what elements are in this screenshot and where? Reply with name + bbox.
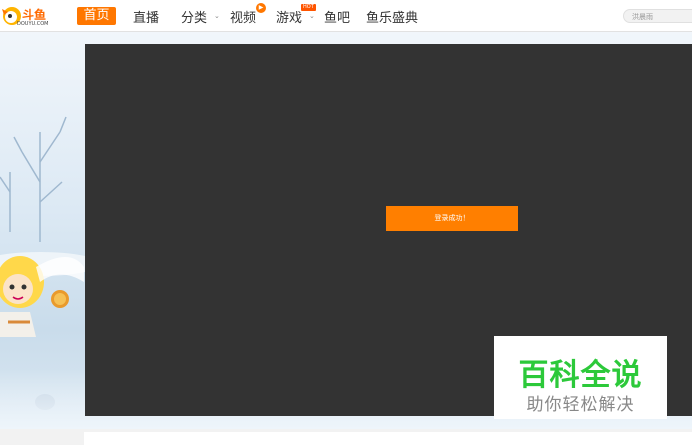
douyu-logo[interactable]: 斗鱼 DOUYU.COM <box>0 3 52 29</box>
footer-inner <box>84 432 692 445</box>
watermark-title: 百科全说 <box>518 358 643 393</box>
nav-category[interactable]: 分类 <box>181 7 207 26</box>
nav-game[interactable]: 游戏 <box>276 7 302 26</box>
chevron-down-icon: ⌄ <box>309 12 315 20</box>
nav-video[interactable]: 视频 <box>230 7 256 26</box>
nav-festival[interactable]: 鱼乐盛典 <box>366 7 418 26</box>
nav-home[interactable]: 首页 <box>77 7 116 25</box>
watermark-subtitle: 助你轻松解决 <box>526 395 635 415</box>
play-badge-icon: ▶ <box>256 3 266 13</box>
login-success-toast: 登录成功！ <box>386 206 518 231</box>
hot-badge: HOT <box>301 4 316 11</box>
watermark: 百科全说 助你轻松解决 <box>494 336 667 419</box>
nav-live[interactable]: 直播 <box>133 7 159 26</box>
top-nav: 斗鱼 DOUYU.COM 首页 直播 分类 ⌄ 视频 ▶ 游戏 HOT ⌄ 鱼吧… <box>0 0 692 32</box>
search-input[interactable]: 洪晨雨 <box>623 9 692 23</box>
chevron-down-icon: ⌄ <box>214 12 220 20</box>
nav-yuba[interactable]: 鱼吧 <box>324 7 350 26</box>
logo-subtext: DOUYU.COM <box>17 21 49 27</box>
